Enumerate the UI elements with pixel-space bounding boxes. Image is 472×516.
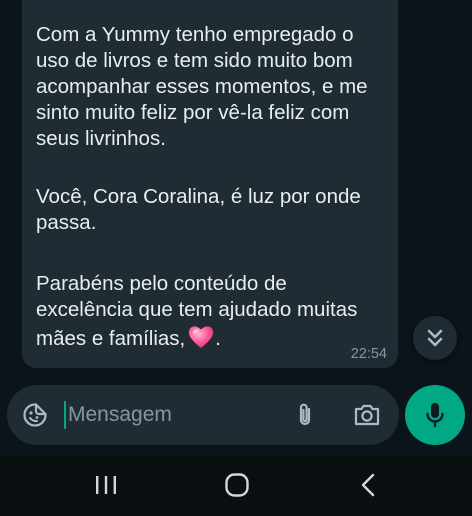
paperclip-icon — [299, 403, 311, 426]
sticker-emoji-icon — [23, 403, 47, 427]
home-icon — [225, 473, 249, 497]
message-paragraph-2: Você, Cora Coralina, é luz por onde pass… — [36, 185, 361, 234]
system-navigation-bar — [0, 456, 472, 516]
camera-button[interactable] — [353, 402, 381, 428]
recents-icon — [96, 476, 116, 494]
camera-icon — [354, 404, 380, 426]
microphone-icon — [426, 403, 444, 428]
attach-button[interactable] — [293, 401, 317, 429]
message-paragraph-3: Parabéns pelo conteúdo de excelência que… — [36, 271, 388, 352]
back-icon — [361, 473, 375, 497]
scroll-to-bottom-button[interactable] — [413, 316, 457, 360]
sticker-emoji-button[interactable] — [22, 402, 48, 428]
back-button[interactable] — [358, 472, 380, 498]
voice-message-button[interactable] — [405, 385, 465, 445]
message-trailing-punct: . — [215, 327, 221, 350]
recents-button[interactable] — [93, 473, 119, 497]
message-bubble[interactable]: Com a Yummy tenho empregado o uso de liv… — [22, 0, 398, 368]
message-input[interactable] — [68, 399, 278, 431]
pink-heart-emoji-icon — [187, 323, 215, 351]
composer-bar — [7, 385, 399, 445]
message-timestamp: 22:54 — [350, 346, 387, 362]
home-button[interactable] — [224, 472, 250, 498]
message-paragraph-1: Com a Yummy tenho empregado o uso de liv… — [36, 23, 368, 150]
chat-screen: Com a Yummy tenho empregado o uso de liv… — [0, 0, 472, 516]
text-caret — [64, 401, 66, 429]
double-chevron-down-icon — [427, 329, 443, 347]
